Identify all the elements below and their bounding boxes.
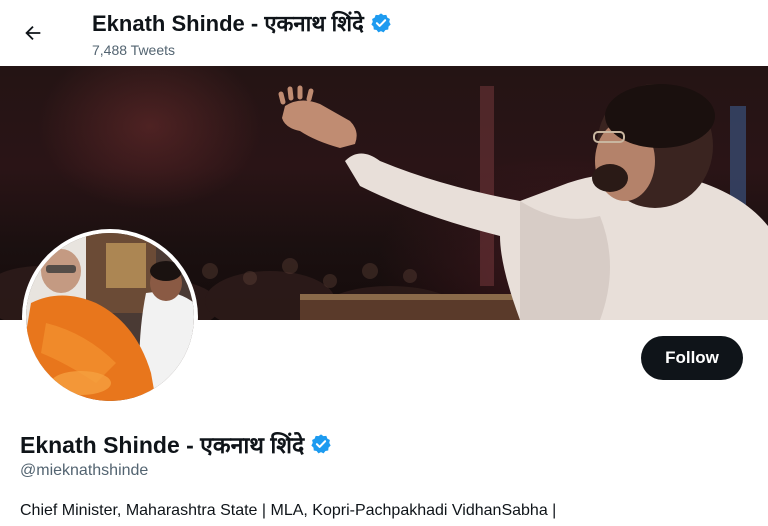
profile-bio: Chief Minister, Maharashtra State | MLA,…: [20, 502, 557, 519]
profile-avatar[interactable]: [22, 229, 198, 405]
follow-button[interactable]: Follow: [641, 336, 743, 380]
tweet-count: 7,488 Tweets: [92, 42, 176, 58]
profile-header-bar: Eknath Shinde - एकनाथ शिंदे 7,488 Tweets: [0, 0, 768, 66]
profile-handle: @mieknathshinde: [20, 462, 149, 479]
profile-display-name: Eknath Shinde - एकनाथ शिंदे: [20, 432, 305, 458]
verified-badge-icon: [370, 12, 392, 34]
profile-name-row: Eknath Shinde - एकनाथ शिंदे: [20, 428, 332, 460]
header-title-row: Eknath Shinde - एकनाथ शिंदे: [92, 8, 392, 38]
avatar-image: [26, 233, 194, 401]
verified-badge-icon: [310, 433, 332, 455]
arrow-left-icon: [25, 25, 41, 41]
header-profile-name: Eknath Shinde - एकनाथ शिंदे: [92, 11, 364, 36]
back-button[interactable]: [14, 14, 52, 52]
